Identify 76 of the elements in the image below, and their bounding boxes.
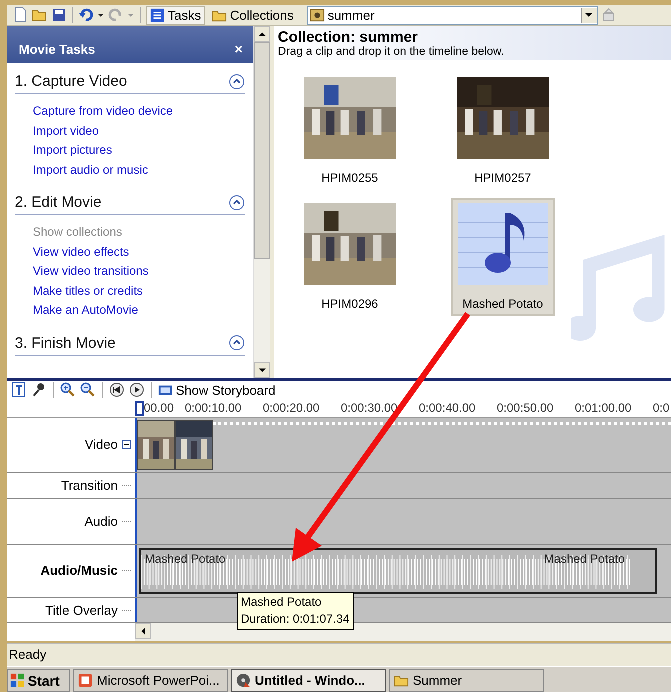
track-label: Audio bbox=[84, 514, 118, 529]
task-link[interactable]: Import video bbox=[15, 122, 245, 141]
time-label: 0:00:40.00 bbox=[419, 401, 477, 416]
down-arrow-icon bbox=[258, 366, 266, 374]
track-label: Transition bbox=[61, 478, 118, 494]
track-label: Audio/Music bbox=[40, 563, 118, 578]
rewind-icon[interactable] bbox=[109, 382, 125, 398]
scroll-down-button[interactable] bbox=[254, 362, 270, 378]
time-label: 0:00:50.00 bbox=[497, 401, 555, 416]
timeline-icon[interactable] bbox=[11, 382, 27, 398]
microphone-icon[interactable] bbox=[31, 382, 47, 398]
task-pane-title: Movie Tasks bbox=[19, 42, 96, 57]
zoom-in-icon[interactable] bbox=[60, 382, 76, 398]
scroll-up-button[interactable] bbox=[254, 26, 270, 42]
collection-dropdown[interactable]: summer bbox=[306, 6, 598, 24]
slides-app-icon bbox=[78, 673, 93, 688]
task-link[interactable]: Make an AutoMovie bbox=[15, 301, 245, 320]
toolbar-tab[interactable]: Collections bbox=[208, 6, 298, 24]
time-label: 0:00:20.00 bbox=[263, 401, 321, 416]
time-label: 0:0 bbox=[653, 401, 671, 416]
clip-item[interactable]: HPIM0296 bbox=[298, 198, 402, 316]
windows-logo bbox=[10, 673, 25, 688]
music-note-icon bbox=[457, 203, 549, 285]
section-title: 3. Finish Movie bbox=[15, 334, 116, 352]
clip-label: Mashed Potato bbox=[544, 552, 625, 566]
collection-hint: Drag a clip and drop it on the timeline below. bbox=[278, 46, 506, 58]
left-arrow-icon bbox=[140, 628, 146, 635]
taskbar-button[interactable]: Summer bbox=[389, 669, 544, 692]
caret-icon bbox=[585, 11, 594, 19]
start-button[interactable]: Start bbox=[7, 669, 70, 692]
track-label: Video bbox=[84, 437, 118, 452]
save-icon[interactable] bbox=[51, 7, 67, 23]
status-text: Ready bbox=[7, 643, 671, 666]
time-label: 0:00:10.00 bbox=[185, 401, 243, 416]
clip-item[interactable]: HPIM0257 bbox=[451, 72, 555, 190]
dropdown-button[interactable] bbox=[580, 8, 597, 22]
collapse-icon[interactable] bbox=[229, 194, 245, 210]
time-label: 0:00:30.00 bbox=[341, 401, 399, 416]
track-label: Title Overlay bbox=[46, 602, 118, 618]
collapse-icon[interactable] bbox=[122, 440, 131, 450]
toolbar-tab[interactable]: Tasks bbox=[146, 6, 206, 24]
clip-item[interactable]: HPIM0255 bbox=[298, 72, 402, 190]
task-link[interactable]: Import audio or music bbox=[15, 160, 245, 180]
zoom-out-icon[interactable] bbox=[80, 382, 96, 398]
section-title: 2. Edit Movie bbox=[15, 194, 102, 211]
scrollbar[interactable] bbox=[135, 623, 671, 641]
show-storyboard-button[interactable]: Show Storyboard bbox=[158, 382, 276, 398]
collapse-icon[interactable] bbox=[229, 335, 245, 351]
taskbar-button[interactable]: Microsoft PowerPoi... bbox=[73, 669, 228, 692]
taskbar-button[interactable]: Untitled - Windo... bbox=[231, 669, 386, 692]
scroll-left-button[interactable] bbox=[135, 623, 151, 640]
audio-clip[interactable]: Mashed Potato Mashed Potato bbox=[139, 548, 657, 594]
list-icon bbox=[150, 8, 165, 22]
track-lane[interactable]: Mashed Potato Mashed Potato bbox=[135, 544, 671, 598]
clip-label: Mashed Potato bbox=[145, 552, 226, 566]
up-arrow-icon bbox=[258, 30, 266, 38]
task-link[interactable]: View video transitions bbox=[15, 262, 245, 282]
task-link[interactable]: Make titles or credits bbox=[15, 282, 245, 301]
section-title: 1. Capture Video bbox=[15, 73, 128, 90]
scrollbar[interactable] bbox=[253, 26, 270, 378]
new-file-icon[interactable] bbox=[13, 7, 29, 23]
scrollbar-thumb[interactable] bbox=[254, 42, 270, 259]
clip-item[interactable]: Mashed Potato bbox=[451, 198, 555, 316]
play-icon[interactable] bbox=[129, 382, 145, 398]
time-ruler[interactable]: 00.00 0:00:10.00 0:00:20.00 0:00:30.00 0:00:40.00 0:00:50.00 0:01:00.00 0:0 bbox=[7, 400, 671, 418]
time-label: 00.00 bbox=[144, 401, 176, 416]
task-link[interactable]: Import pictures bbox=[15, 141, 245, 160]
undo-icon[interactable] bbox=[78, 7, 94, 23]
close-button[interactable]: × bbox=[234, 41, 243, 57]
playhead-marker[interactable] bbox=[135, 400, 144, 416]
collection-title: Collection: summer bbox=[278, 29, 420, 46]
time-label: 0:01:00.00 bbox=[575, 401, 633, 416]
task-link[interactable]: Capture from video device bbox=[15, 102, 245, 122]
task-link[interactable]: View video effects bbox=[15, 242, 245, 262]
tooltip-text: Duration: 0:01:07.34 bbox=[241, 611, 350, 628]
collapse-icon[interactable] bbox=[229, 74, 245, 90]
